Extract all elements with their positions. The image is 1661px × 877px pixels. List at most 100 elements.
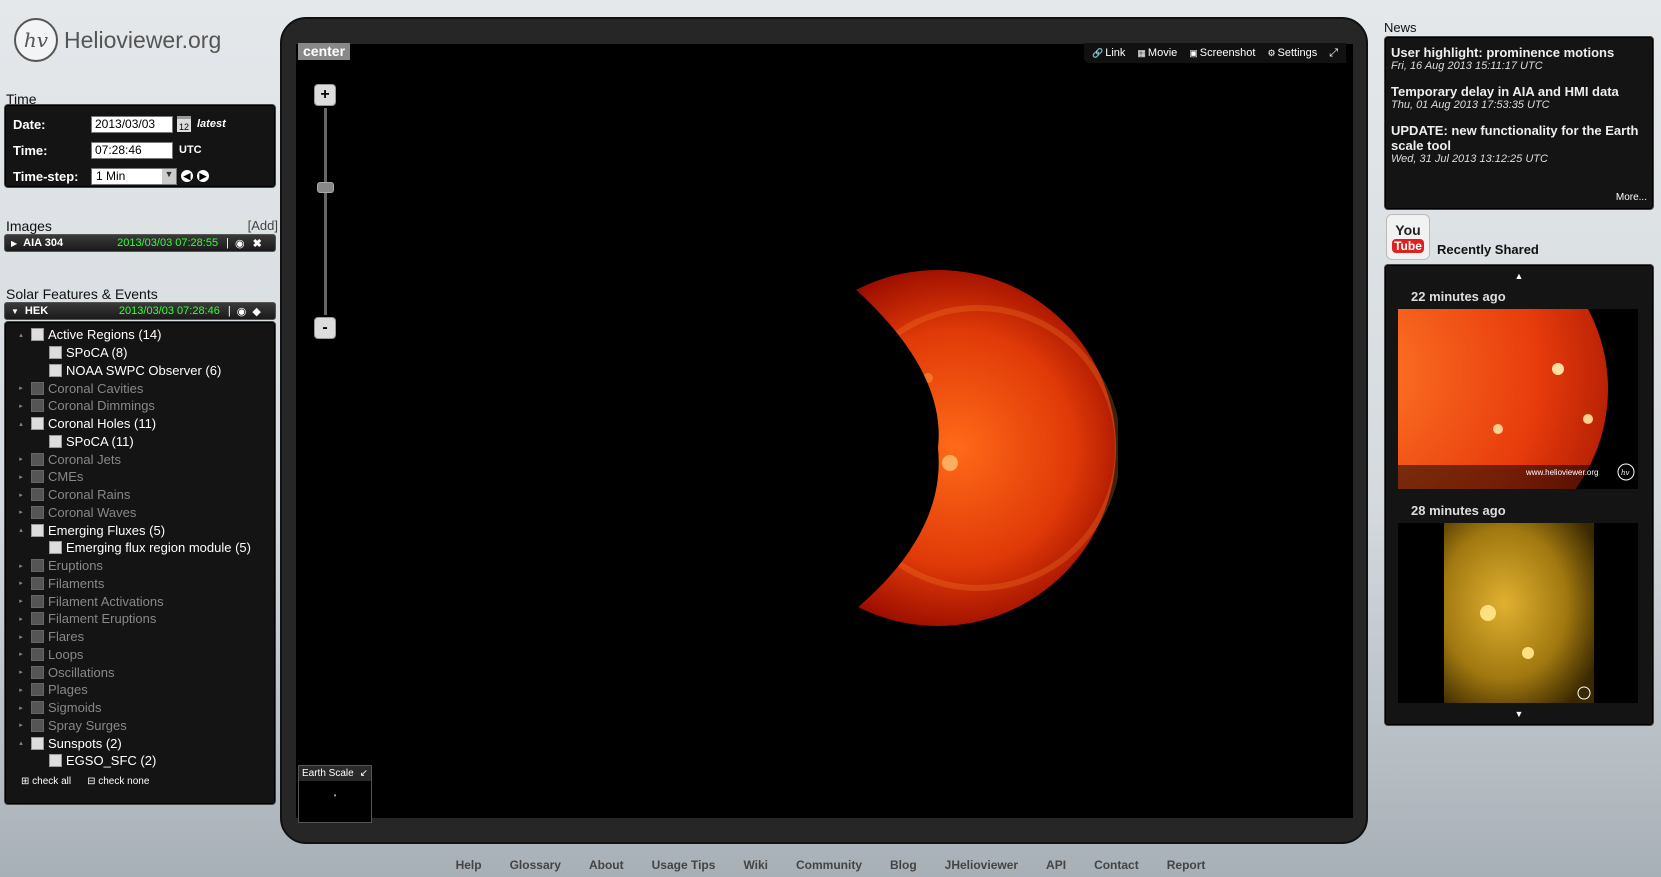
youtube-icon[interactable]: You Tube	[1386, 214, 1430, 260]
minimize-icon[interactable]: ↙	[360, 768, 368, 779]
feature-tree-item[interactable]: SPoCA (8)	[11, 344, 269, 362]
center-button[interactable]: center	[298, 43, 351, 60]
feature-tree-item[interactable]: ▸ Sigmoids	[11, 699, 269, 717]
eye-icon[interactable]: ◉	[235, 237, 245, 250]
link-button[interactable]: 🔗 Link	[1092, 47, 1125, 59]
tag-icon[interactable]: ◆	[252, 305, 260, 318]
feature-tree-item[interactable]: ▸ Filament Activations	[11, 592, 269, 610]
tree-toggle-icon[interactable]: ▴	[11, 739, 31, 747]
footer-link[interactable]: API	[1044, 858, 1068, 872]
tree-toggle-icon[interactable]: ▸	[11, 721, 31, 729]
latest-link[interactable]: latest	[197, 118, 226, 130]
zoom-slider-track[interactable]	[324, 108, 327, 315]
feature-checkbox[interactable]	[31, 736, 44, 750]
fullscreen-icon[interactable]: ⤢	[1329, 47, 1338, 60]
check-all-link[interactable]: ⊞ check all	[21, 776, 71, 787]
tree-toggle-icon[interactable]: ▸	[11, 384, 31, 392]
feature-tree-item[interactable]: ▸ Coronal Cavities	[11, 379, 269, 397]
feature-tree-item[interactable]: NOAA SWPC Observer (6)	[11, 362, 269, 380]
tree-toggle-icon[interactable]: ▸	[11, 455, 31, 463]
footer-link[interactable]: JHelioviewer	[943, 858, 1020, 872]
tree-toggle-icon[interactable]: ▸	[11, 402, 31, 410]
tree-toggle-icon[interactable]: ▸	[11, 508, 31, 516]
sun-image[interactable]	[818, 258, 1234, 638]
feature-checkbox[interactable]	[31, 452, 44, 466]
feature-checkbox[interactable]	[31, 488, 44, 502]
feature-tree-item[interactable]: ▴ Sunspots (2)	[11, 734, 269, 752]
check-none-link[interactable]: ⊟ check none	[87, 776, 149, 787]
tree-toggle-icon[interactable]: ▸	[11, 686, 31, 694]
helioviewer-logo[interactable]: hv Helioviewer.org	[14, 18, 221, 62]
feature-checkbox[interactable]	[31, 683, 44, 697]
feature-checkbox[interactable]	[49, 346, 62, 360]
feature-checkbox[interactable]	[31, 328, 44, 342]
footer-link[interactable]: Help	[454, 858, 484, 872]
tree-toggle-icon[interactable]: ▸	[11, 633, 31, 641]
tree-toggle-icon[interactable]: ▸	[11, 491, 31, 499]
feature-checkbox[interactable]	[31, 381, 44, 395]
calendar-icon[interactable]: 12	[177, 116, 191, 132]
feature-checkbox[interactable]	[31, 523, 44, 537]
eye-icon[interactable]: ◉	[237, 305, 247, 318]
feature-checkbox[interactable]	[49, 363, 62, 377]
feature-tree-item[interactable]: ▴ Emerging Fluxes (5)	[11, 521, 269, 539]
feature-checkbox[interactable]	[31, 612, 44, 626]
more-news-link[interactable]: More...	[1616, 192, 1647, 203]
feature-tree-item[interactable]: SPoCA (11)	[11, 433, 269, 451]
tree-toggle-icon[interactable]: ▸	[11, 597, 31, 605]
feature-checkbox[interactable]	[31, 576, 44, 590]
footer-link[interactable]: Usage Tips	[650, 858, 718, 872]
news-headline[interactable]: UPDATE: new functionality for the Earth …	[1391, 123, 1647, 153]
zoom-slider-handle[interactable]	[317, 182, 334, 193]
feature-tree-item[interactable]: ▸ Plages	[11, 681, 269, 699]
tree-toggle-icon[interactable]: ▸	[11, 579, 31, 587]
feature-checkbox[interactable]	[49, 754, 62, 768]
feature-tree-item[interactable]: ▴ Coronal Holes (11)	[11, 415, 269, 433]
feature-checkbox[interactable]	[31, 718, 44, 732]
footer-link[interactable]: Community	[794, 858, 864, 872]
feature-tree-item[interactable]: ▸ Coronal Jets	[11, 450, 269, 468]
feature-tree-item[interactable]: ▸ CMEs	[11, 468, 269, 486]
movie-button[interactable]: ▦ Movie	[1137, 47, 1177, 59]
footer-link[interactable]: Wiki	[741, 858, 770, 872]
expand-triangle-icon[interactable]: ▶	[11, 239, 17, 248]
collapse-triangle-icon[interactable]: ▼	[11, 307, 19, 316]
feature-tree-item[interactable]: ▸ Oscillations	[11, 663, 269, 681]
news-headline[interactable]: Temporary delay in AIA and HMI data	[1391, 84, 1647, 99]
zoom-in-button[interactable]: +	[314, 84, 336, 106]
footer-link[interactable]: About	[587, 858, 626, 872]
tree-toggle-icon[interactable]: ▸	[11, 562, 31, 570]
time-input[interactable]	[91, 141, 173, 159]
tree-toggle-icon[interactable]: ▴	[11, 420, 31, 428]
earth-scale-widget[interactable]: Earth Scale ↙ •	[298, 765, 372, 823]
feature-tree-item[interactable]: ▸ Coronal Dimmings	[11, 397, 269, 415]
settings-button[interactable]: ⚙ Settings	[1267, 47, 1317, 59]
feature-tree-item[interactable]: ▸ Spray Surges	[11, 717, 269, 735]
shared-video-thumbnail[interactable]	[1398, 523, 1638, 703]
footer-link[interactable]: Contact	[1092, 858, 1141, 872]
feature-tree-item[interactable]: ▴ Active Regions (14)	[11, 326, 269, 344]
scroll-up-icon[interactable]: ▲	[1385, 271, 1653, 281]
feature-checkbox[interactable]	[31, 647, 44, 661]
tree-toggle-icon[interactable]: ▸	[11, 704, 31, 712]
feature-checkbox[interactable]	[31, 417, 44, 431]
tree-toggle-icon[interactable]: ▸	[11, 650, 31, 658]
add-layer-link[interactable]: [Add]	[248, 218, 278, 234]
feature-checkbox[interactable]	[31, 701, 44, 715]
feature-tree-item[interactable]: ▸ Coronal Rains	[11, 486, 269, 504]
footer-link[interactable]: Glossary	[508, 858, 563, 872]
image-layer-row[interactable]: ▶ AIA 304 2013/03/03 07:28:55 | ◉ ✖	[4, 234, 276, 252]
scroll-down-icon[interactable]: ▼	[1385, 709, 1653, 719]
tree-toggle-icon[interactable]: ▸	[11, 615, 31, 623]
tree-toggle-icon[interactable]: ▸	[11, 473, 31, 481]
date-input[interactable]	[91, 115, 173, 133]
feature-tree-item[interactable]: EGSO_SFC (2)	[11, 752, 269, 770]
shared-video-thumbnail[interactable]: www.helioviewer.org hv	[1398, 309, 1638, 489]
feature-tree-item[interactable]: ▸ Loops	[11, 646, 269, 664]
footer-link[interactable]: Report	[1165, 858, 1208, 872]
feature-tree-item[interactable]: ▸ Eruptions	[11, 557, 269, 575]
feature-tree-item[interactable]: ▸ Flares	[11, 628, 269, 646]
feature-checkbox[interactable]	[31, 470, 44, 484]
feature-checkbox[interactable]	[49, 541, 62, 555]
feature-checkbox[interactable]	[31, 665, 44, 679]
